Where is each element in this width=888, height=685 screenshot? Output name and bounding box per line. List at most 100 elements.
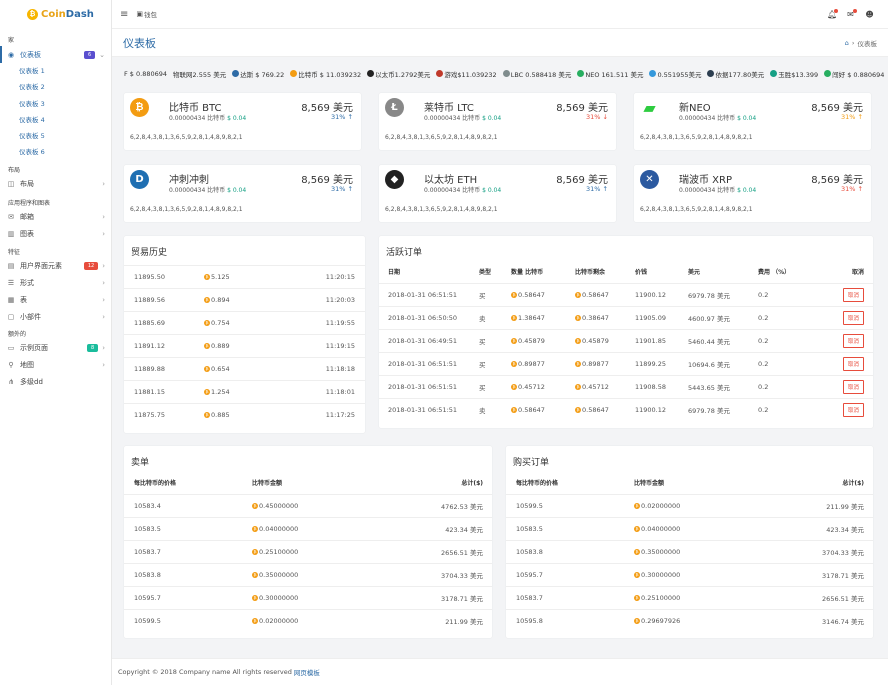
table-row: 10583.7 ₿ 0.25100000 2656.51 美元: [506, 585, 873, 609]
active-orders-title: 活跃订单: [386, 248, 423, 258]
coin-subvalue: 0.00000434 比特币 $ 0.04: [424, 113, 501, 122]
table-row: 2018-01-31 06:51:51 卖 ₿ 0.58647 ₿ 0.58647 …: [379, 397, 873, 421]
table-row: 10595.7 ₿ 0.30000000 3178.71 美元: [506, 562, 873, 586]
sidebar-item-layout[interactable]: ◫ 布局 ›: [0, 176, 111, 193]
coin-change-percent: 31%: [331, 185, 346, 193]
hamburger-menu-icon[interactable]: ≡: [120, 9, 128, 20]
ticker-text: 闯好 $ 0.880694: [832, 70, 885, 79]
sidebar-item-label: 表: [20, 296, 27, 305]
sidebar-subitem-dashboard[interactable]: 仪表板 1: [0, 63, 111, 79]
sidebar-subitem-dashboard[interactable]: 仪表板 4: [0, 112, 111, 128]
coin-subvalue: 0.00000434 比特币 $ 0.04: [169, 185, 246, 194]
order-fee: 0.2: [758, 374, 833, 398]
cancel-button[interactable]: 取消: [842, 287, 864, 302]
sidebar-item-widgets[interactable]: ▢ 小部件 ›: [0, 309, 111, 326]
order-price: 10583.7: [506, 585, 634, 609]
sidebar-item-forms[interactable]: ☰ 形式 ›: [0, 275, 111, 292]
bitcoin-icon: ₿: [575, 337, 581, 344]
column-header: 价钱: [635, 269, 648, 277]
cancel-button[interactable]: 取消: [842, 379, 864, 394]
bitcoin-icon: ₿: [511, 291, 517, 298]
coin-name: 以太坊 ETH: [424, 175, 478, 186]
coin-change: 31% ↑: [841, 113, 863, 121]
order-qty: ₿ 0.45879: [511, 328, 575, 352]
order-price: 10583.8: [124, 562, 252, 586]
sidebar-item-charts[interactable]: ▥ 图表 ›: [0, 226, 111, 243]
sidebar-subitem-dashboard[interactable]: 仪表板 6: [0, 144, 111, 160]
sidebar-item-maps[interactable]: ⚲ 地图 ›: [0, 357, 111, 374]
order-amount-value: 0.35000000: [259, 570, 299, 579]
sidebar-item-label: 布局: [20, 180, 34, 189]
order-qty: ₿ 0.58647: [511, 397, 575, 421]
sidebar-item-sample-pages[interactable]: ▭ 示例页面 8 ›: [0, 340, 111, 357]
active-orders-card: 活跃订单 日期 类型 数量 比特币 比特币剩余 价钱 美元 费用 （%） 取消 2018-01…: [379, 236, 873, 428]
home-icon[interactable]: ⌂: [845, 39, 849, 47]
order-total: 211.99 美元: [747, 493, 873, 517]
trade-amount-value: 0.654: [211, 365, 230, 373]
coin-card[interactable]: ₿ 比特币 BTC 8,569 美元 0.00000434 比特币 $ 0.04…: [124, 93, 361, 150]
trade-time: 11:18:01: [267, 380, 365, 404]
ticker-text: 玉胜$13.399: [778, 70, 819, 79]
sidebar-subitem-dashboard[interactable]: 仪表板 2: [0, 79, 111, 95]
brand-logo[interactable]: ₿ Coin Dash: [0, 0, 111, 29]
order-usd: 10694.6 美元: [688, 351, 758, 375]
order-usd: 5443.65 美元: [688, 374, 758, 398]
trade-amount: ₿ 5.125: [204, 265, 268, 289]
sidebar-subitem-dashboard[interactable]: 仪表板 5: [0, 128, 111, 144]
order-amount: ₿ 0.35000000: [252, 562, 367, 586]
coin-card[interactable]: ✕ 瑞波币 XRP 8,569 美元 0.00000434 比特币 $ 0.04…: [634, 165, 871, 222]
order-amount-value: 0.30000000: [259, 593, 299, 602]
bell-icon[interactable]: 🔔︎: [827, 8, 838, 19]
arrow-up-icon: ↑: [857, 113, 863, 121]
cancel-button[interactable]: 取消: [842, 356, 864, 371]
wallet-link[interactable]: ▣ 钱包: [136, 9, 157, 19]
footer-link[interactable]: 网页模板: [294, 667, 320, 677]
coin-card[interactable]: D 冲刺冲刺 8,569 美元 0.00000434 比特币 $ 0.04 31…: [124, 165, 361, 222]
table-row: 10583.8 ₿ 0.35000000 3704.33 美元: [124, 562, 492, 586]
order-remaining-value: 0.45879: [582, 336, 609, 345]
bitcoin-icon: ₿: [204, 297, 210, 303]
sidebar-item-label: 形式: [20, 279, 34, 288]
sidebar-item-tables[interactable]: ▦ 表 ›: [0, 292, 111, 309]
ticker-text: 比特币 $ 11.039232: [298, 70, 362, 79]
trade-time: 11:20:03: [267, 288, 365, 312]
cancel-button[interactable]: 取消: [842, 402, 864, 417]
sidebar-subitem-dashboard[interactable]: 仪表板 3: [0, 96, 111, 112]
trade-price: 11891.12: [124, 334, 204, 358]
sidebar-item-multilevel[interactable]: ⋔ 多级dd: [0, 374, 111, 391]
envelope-icon[interactable]: ✉: [846, 8, 857, 19]
order-usd: 5460.44 美元: [688, 328, 758, 352]
coin-btc-value: 0.00000434 比特币: [424, 115, 481, 122]
ticker-item: NEO 161.511 美元: [577, 69, 643, 79]
coin-card[interactable]: ▰ 新NEO 8,569 美元 0.00000434 比特币 $ 0.04 31…: [634, 93, 871, 150]
user-icon[interactable]: ☻: [865, 10, 874, 19]
widget-icon: ▢: [7, 313, 15, 322]
order-fee: 0.2: [758, 351, 833, 375]
order-type: 买: [479, 374, 511, 398]
coin-subvalue: 0.00000434 比特币 $ 0.04: [679, 113, 756, 122]
arrow-down-icon: ↓: [602, 113, 608, 121]
order-fee: 0.2: [758, 305, 833, 329]
sidebar-item-dashboard[interactable]: ◉ 仪表板 6 ⌄: [0, 46, 111, 63]
form-icon: ☰: [7, 279, 15, 288]
order-total: 3146.74 美元: [747, 608, 873, 632]
bitcoin-icon: ₿: [204, 343, 210, 349]
coin-change: 31% ↑: [331, 185, 353, 193]
trade-amount: ₿ 0.894: [204, 288, 268, 312]
cancel-button[interactable]: 取消: [842, 310, 864, 325]
coin-card[interactable]: ◆ 以太坊 ETH 8,569 美元 0.00000434 比特币 $ 0.04…: [379, 165, 616, 222]
sidebar-item-ui-elements[interactable]: ▤ 用户界面元素 12 ›: [0, 258, 111, 275]
coin-card[interactable]: Ł 莱特币 LTC 8,569 美元 0.00000434 比特币 $ 0.04…: [379, 93, 616, 150]
trade-amount-value: 0.894: [211, 296, 230, 304]
sparkline-values: 6,2,8,4,3,8,1,3,6,5,9,2,8,1,4,8,9,8,2,1: [385, 134, 498, 141]
coin-icon: [436, 70, 444, 77]
bitcoin-icon: ₿: [204, 274, 210, 280]
coin-btc-value: 0.00000434 比特币: [169, 115, 226, 122]
order-amount-value: 0.45000000: [259, 501, 299, 510]
coin-logo-icon: ▰: [640, 98, 659, 117]
sidebar-item-mail[interactable]: ✉ 邮箱 ›: [0, 209, 111, 226]
sidebar-item-label: 示例页面: [20, 344, 48, 353]
cancel-button[interactable]: 取消: [842, 333, 864, 348]
sparkline-values: 6,2,8,4,3,8,1,3,6,5,9,2,8,1,4,8,9,8,2,1: [640, 206, 753, 213]
table-row: 10595.8 ₿ 0.29697926 3146.74 美元: [506, 608, 873, 632]
